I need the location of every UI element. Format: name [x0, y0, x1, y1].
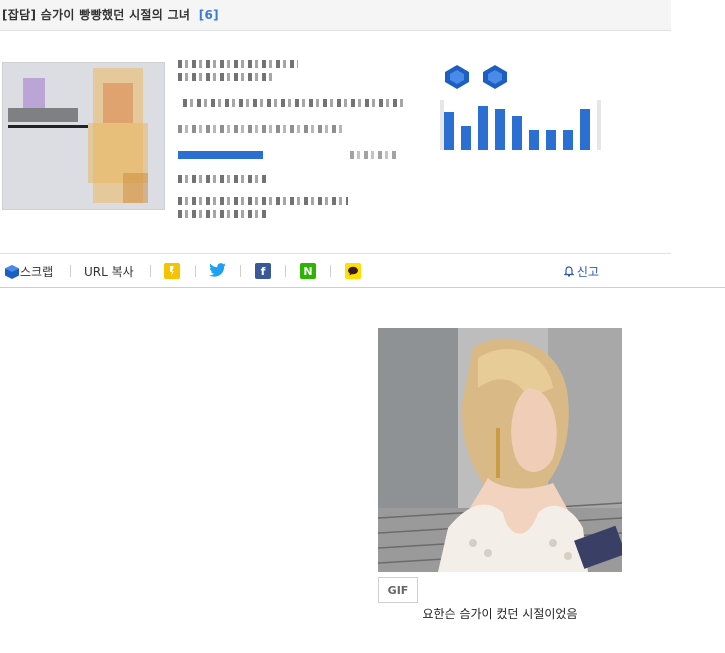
share-naver-button[interactable]: N	[300, 263, 316, 279]
author-thumbnail[interactable]	[2, 62, 165, 210]
report-button[interactable]: 신고	[563, 263, 599, 280]
level-text-obscured	[350, 151, 398, 159]
share-kakaotalk-button[interactable]	[345, 263, 361, 279]
bell-icon	[563, 266, 574, 277]
photo	[378, 328, 622, 572]
author-extra-obscured	[178, 210, 268, 218]
divider	[70, 265, 71, 277]
divider	[240, 265, 241, 277]
post-title-text: 슴가이 빵빵했던 시절의 그녀	[40, 8, 191, 22]
kakaostory-icon	[164, 263, 180, 279]
activity-bar	[478, 106, 488, 150]
naver-icon: N	[300, 263, 316, 279]
badge-icon	[483, 65, 507, 89]
author-level-obscured	[178, 125, 343, 133]
divider	[0, 287, 725, 288]
kakaotalk-icon	[345, 263, 361, 279]
gif-badge-button[interactable]: GIF	[378, 577, 418, 603]
twitter-icon	[209, 263, 226, 277]
activity-bar	[529, 130, 539, 150]
author-points-obscured	[178, 175, 268, 183]
share-kakaostory-button[interactable]	[164, 263, 180, 279]
divider	[150, 265, 151, 277]
level-progress-bar	[178, 151, 263, 159]
facebook-icon: f	[255, 263, 271, 279]
activity-bar	[495, 109, 505, 150]
badge-icon	[445, 65, 469, 89]
activity-bar	[444, 112, 454, 150]
post-gif-image[interactable]	[378, 328, 622, 572]
scrap-button[interactable]: 스크랩	[4, 263, 53, 280]
image-caption: 요한슨 슴가이 컸던 시절이었음	[422, 607, 578, 621]
chart-frame-right	[597, 100, 601, 150]
divider	[330, 265, 331, 277]
post-category: [잡담]	[2, 8, 37, 22]
author-info	[178, 55, 428, 225]
thumbnail-image	[3, 63, 164, 209]
url-copy-button[interactable]: URL 복사	[84, 263, 134, 280]
post-header: [잡담] 슴가이 빵빵했던 시절의 그녀 [6]	[0, 0, 671, 31]
activity-bar	[512, 116, 522, 150]
scrap-label: 스크랩	[20, 265, 54, 279]
comment-count[interactable]: [6]	[199, 8, 219, 22]
author-meta-obscured	[183, 99, 403, 107]
post-title: [잡담] 슴가이 빵빵했던 시절의 그녀 [6]	[2, 6, 219, 23]
share-twitter-button[interactable]	[209, 263, 226, 277]
share-facebook-button[interactable]: f	[255, 263, 271, 279]
activity-bar	[563, 130, 573, 150]
activity-bar	[461, 126, 471, 150]
activity-bar	[546, 130, 556, 150]
divider	[195, 265, 196, 277]
action-bar: 스크랩 URL 복사 f N 신고	[0, 253, 671, 288]
cube-icon	[5, 264, 19, 279]
divider	[285, 265, 286, 277]
report-label: 신고	[576, 265, 599, 279]
url-copy-label: URL 복사	[84, 265, 134, 279]
author-joined-obscured	[178, 197, 348, 205]
author-id-obscured	[178, 73, 273, 81]
author-name-obscured	[178, 60, 298, 68]
activity-bar	[580, 109, 590, 150]
activity-chart	[440, 100, 601, 150]
